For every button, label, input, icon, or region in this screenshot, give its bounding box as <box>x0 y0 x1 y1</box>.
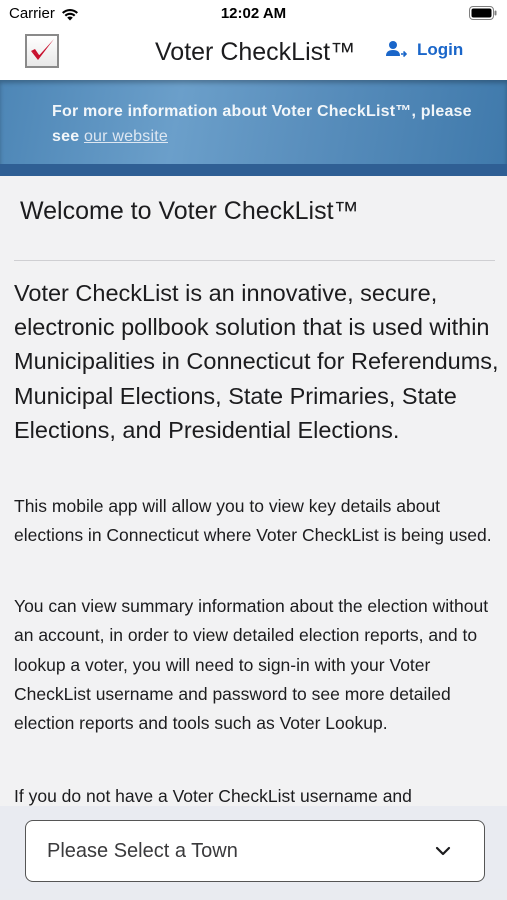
town-select[interactable]: Please Select a Town <box>25 820 485 882</box>
divider <box>14 260 495 261</box>
website-link[interactable]: our website <box>84 128 168 145</box>
account-info-paragraph: You can view summary information about t… <box>14 596 489 734</box>
user-icon <box>386 41 407 58</box>
app-screen: Carrier 12:02 AM Voter CheckList™ Login … <box>0 0 507 900</box>
town-select-placeholder: Please Select a Town <box>47 840 238 862</box>
battery-icon <box>469 6 497 20</box>
main-content: Welcome to Voter CheckList™ Voter CheckL… <box>0 176 507 900</box>
page-title: Welcome to Voter CheckList™ <box>20 197 359 225</box>
checkmark-logo-icon <box>25 34 59 68</box>
status-time: 12:02 AM <box>220 5 287 22</box>
login-button[interactable]: Login <box>385 40 463 60</box>
chevron-down-icon <box>435 846 451 856</box>
banner-text: For more information about Voter CheckLi… <box>52 99 482 149</box>
nav-bar: Voter CheckList™ Login <box>0 26 507 80</box>
intro-paragraph: Voter CheckList is an innovative, secure… <box>14 280 499 443</box>
status-bar: Carrier 12:02 AM <box>0 0 507 26</box>
app-description-paragraph: This mobile app will allow you to view k… <box>14 496 492 546</box>
town-select-panel: Please Select a Town <box>0 806 507 900</box>
login-label: Login <box>417 40 464 59</box>
info-banner: For more information about Voter CheckLi… <box>0 80 507 176</box>
app-title: Voter CheckList™ <box>155 38 356 66</box>
